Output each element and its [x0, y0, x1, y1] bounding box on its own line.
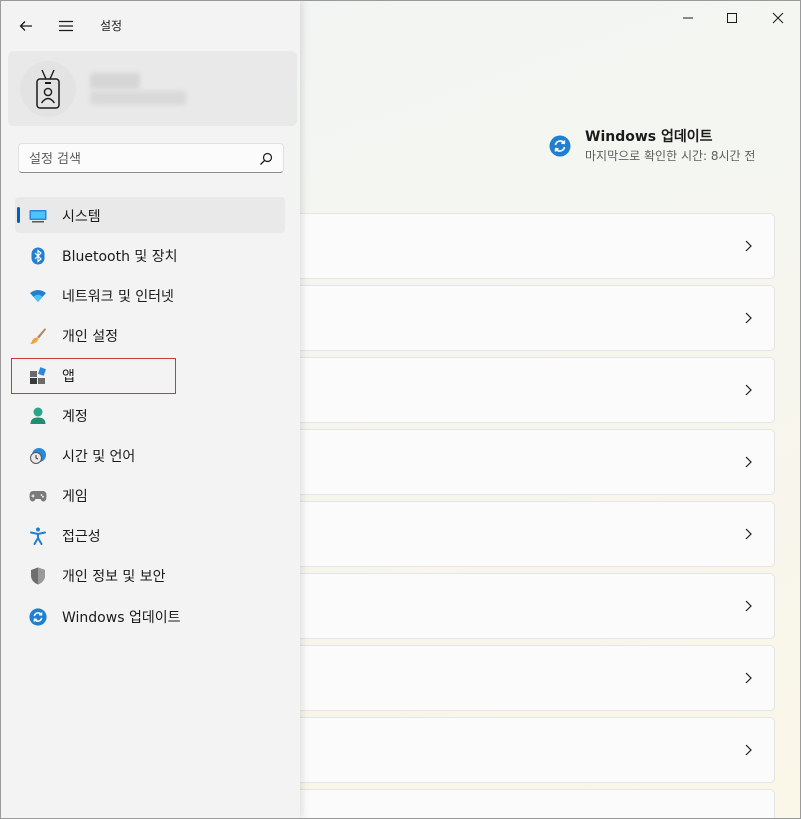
navigation-pane: 설정 설정 검색 시스템 Bluetooth 및 장치 네트워크 및 인터넷 개… [1, 1, 300, 818]
search-icon[interactable] [259, 152, 273, 166]
sidebar-item-gaming[interactable]: 게임 [15, 477, 285, 513]
settings-search-box[interactable] [18, 143, 284, 174]
chevron-right-icon [745, 600, 752, 612]
chevron-right-icon [745, 240, 752, 252]
setting-card[interactable] [291, 213, 775, 279]
maximize-icon [727, 13, 737, 23]
account-icon [29, 407, 47, 425]
setting-card[interactable] [291, 357, 775, 423]
wifi-icon [29, 287, 47, 305]
minimize-button[interactable] [665, 1, 711, 35]
blurred-user-email [90, 91, 186, 105]
sidebar-item-bluetooth[interactable]: Bluetooth 및 장치 [15, 237, 285, 273]
update-title: Windows 업데이트 [585, 129, 713, 145]
update-last-checked: 마지막으로 확인한 시간: 8시간 전 [585, 149, 756, 163]
time-language-icon [29, 447, 47, 465]
sidebar-item-windows-update[interactable]: Windows 업데이트 [15, 598, 285, 634]
sidebar-item-system[interactable]: 시스템 [15, 197, 285, 233]
search-input[interactable] [27, 144, 251, 174]
chevron-right-icon [745, 312, 752, 324]
back-arrow-icon [19, 21, 32, 31]
sidebar-item-label: 네트워크 및 인터넷 [62, 289, 174, 305]
sidebar-item-label: 시스템 [62, 209, 101, 225]
sidebar-item-label: 시간 및 언어 [62, 449, 136, 465]
sidebar-item-label: Bluetooth 및 장치 [62, 249, 178, 265]
gamepad-icon [29, 487, 47, 505]
accessibility-icon [29, 527, 47, 545]
windows-update-icon [29, 608, 47, 626]
sidebar-item-label: Windows 업데이트 [62, 610, 181, 626]
chevron-right-icon [745, 456, 752, 468]
close-button[interactable] [755, 1, 800, 35]
avatar [20, 61, 76, 117]
shield-icon [29, 567, 47, 585]
maximize-button[interactable] [709, 1, 755, 35]
setting-card[interactable] [291, 429, 775, 495]
sidebar-item-label: 개인 설정 [62, 329, 118, 345]
apps-highlight-box [11, 358, 176, 394]
hamburger-menu-icon [59, 20, 73, 32]
windows-update-icon [549, 135, 571, 157]
sidebar-item-privacy-security[interactable]: 개인 정보 및 보안 [15, 557, 285, 593]
setting-card[interactable] [291, 789, 775, 818]
sidebar-item-personalization[interactable]: 개인 설정 [15, 317, 285, 353]
sidebar-item-label: 접근성 [62, 529, 101, 545]
chevron-right-icon [745, 528, 752, 540]
sidebar-item-accessibility[interactable]: 접근성 [15, 517, 285, 553]
setting-card[interactable] [291, 501, 775, 567]
close-icon [772, 12, 784, 24]
menu-button[interactable] [53, 13, 79, 39]
setting-card[interactable] [291, 645, 775, 711]
setting-card[interactable] [291, 285, 775, 351]
windows-update-summary[interactable]: Windows 업데이트 마지막으로 확인한 시간: 8시간 전 [549, 127, 755, 165]
sidebar-item-label: 계정 [62, 409, 88, 425]
minimize-icon [683, 17, 693, 19]
bluetooth-icon [29, 247, 47, 265]
chevron-right-icon [745, 384, 752, 396]
back-button[interactable] [13, 13, 39, 39]
sidebar-item-label: 개인 정보 및 보안 [62, 569, 166, 585]
brush-icon [29, 327, 47, 345]
settings-window: Windows 업데이트 마지막으로 확인한 시간: 8시간 전 설정 설정 검… [0, 0, 801, 819]
sidebar-item-accounts[interactable]: 계정 [15, 397, 285, 433]
setting-card[interactable] [291, 717, 775, 783]
blurred-user-name [90, 73, 140, 89]
sidebar-item-network[interactable]: 네트워크 및 인터넷 [15, 277, 285, 313]
selected-indicator [17, 207, 20, 223]
app-title: 설정 [100, 19, 123, 33]
system-display-icon [29, 207, 47, 225]
chevron-right-icon [745, 744, 752, 756]
sidebar-item-label: 게임 [62, 489, 88, 505]
sidebar-item-time-language[interactable]: 시간 및 언어 [15, 437, 285, 473]
user-profile-card[interactable] [8, 51, 297, 126]
chevron-right-icon [745, 672, 752, 684]
setting-card[interactable] [291, 573, 775, 639]
id-badge-icon [36, 69, 60, 109]
